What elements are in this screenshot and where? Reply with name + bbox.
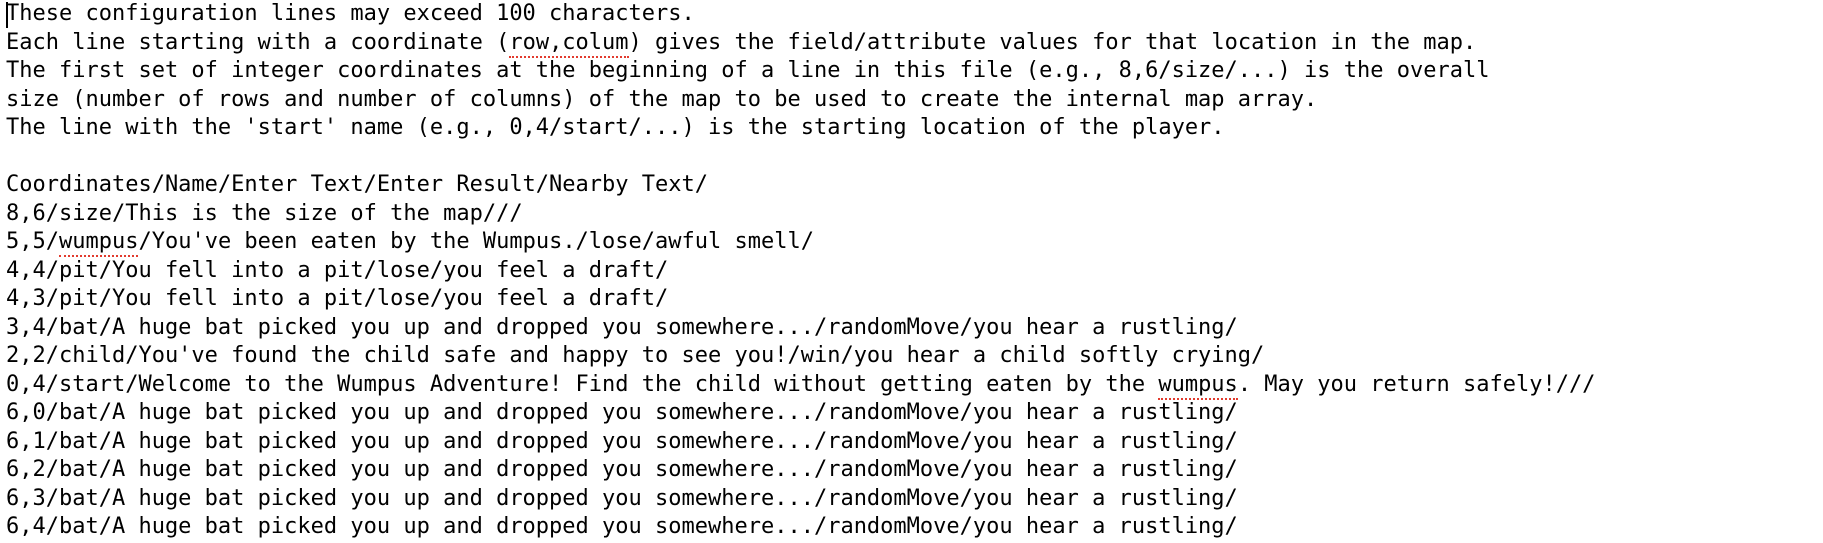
editor-line[interactable]: 3,4/bat/A huge bat picked you up and dro…	[6, 314, 1817, 343]
editor-line[interactable]: size (number of rows and number of colum…	[6, 86, 1817, 115]
editor-line[interactable]: 6,2/bat/A huge bat picked you up and dro…	[6, 456, 1817, 485]
text-fragment: The first set of integer coordinates at …	[6, 58, 1489, 83]
text-fragment: 5,5/	[6, 229, 59, 254]
editor-line[interactable]: These configuration lines may exceed 100…	[6, 0, 1817, 29]
text-caret	[6, 2, 8, 28]
editor-line[interactable]: Each line starting with a coordinate (ro…	[6, 29, 1817, 58]
editor-line[interactable]: Coordinates/Name/Enter Text/Enter Result…	[6, 171, 1817, 200]
text-fragment: The line with the 'start' name (e.g., 0,…	[6, 115, 1225, 140]
text-fragment: ) gives the field/attribute values for t…	[629, 30, 1477, 55]
editor-line[interactable]: 2,2/child/You've found the child safe an…	[6, 342, 1817, 371]
text-fragment: size (number of rows and number of colum…	[6, 87, 1317, 112]
text-fragment: 4,3/pit/You fell into a pit/lose/you fee…	[6, 286, 668, 311]
text-fragment: Coordinates/Name/Enter Text/Enter Result…	[6, 172, 708, 197]
text-fragment: 0,4/start/Welcome to the Wumpus Adventur…	[6, 372, 1158, 397]
editor-line[interactable]: 4,3/pit/You fell into a pit/lose/you fee…	[6, 285, 1817, 314]
editor-line[interactable]: 6,3/bat/A huge bat picked you up and dro…	[6, 485, 1817, 514]
text-fragment: Each line starting with a coordinate (	[6, 30, 509, 55]
editor-line[interactable]: 8,6/size/This is the size of the map///	[6, 200, 1817, 229]
editor-line[interactable]: The first set of integer coordinates at …	[6, 57, 1817, 86]
editor-line[interactable]: 6,0/bat/A huge bat picked you up and dro…	[6, 399, 1817, 428]
editor-line[interactable]: 0,4/start/Welcome to the Wumpus Adventur…	[6, 371, 1817, 400]
text-fragment: 6,2/bat/A huge bat picked you up and dro…	[6, 457, 1238, 482]
spellcheck-underline: wumpus	[1158, 372, 1237, 400]
text-fragment: . May you return safely!///	[1238, 372, 1596, 397]
text-editor-content[interactable]: These configuration lines may exceed 100…	[0, 0, 1823, 542]
text-fragment: /You've been eaten by the Wumpus./lose/a…	[138, 229, 814, 254]
text-fragment: 4,4/pit/You fell into a pit/lose/you fee…	[6, 258, 668, 283]
text-fragment: 2,2/child/You've found the child safe an…	[6, 343, 1264, 368]
spellcheck-underline: row,colum	[509, 30, 628, 58]
editor-line[interactable]	[6, 143, 1817, 172]
text-fragment: 6,1/bat/A huge bat picked you up and dro…	[6, 429, 1238, 454]
editor-line[interactable]: 6,4/bat/A huge bat picked you up and dro…	[6, 513, 1817, 542]
text-fragment: These configuration lines may exceed 100…	[6, 1, 695, 26]
text-fragment: 6,3/bat/A huge bat picked you up and dro…	[6, 486, 1238, 511]
editor-line[interactable]: 4,4/pit/You fell into a pit/lose/you fee…	[6, 257, 1817, 286]
text-fragment: 6,0/bat/A huge bat picked you up and dro…	[6, 400, 1238, 425]
text-fragment: 8,6/size/This is the size of the map///	[6, 201, 523, 226]
editor-line[interactable]: 6,1/bat/A huge bat picked you up and dro…	[6, 428, 1817, 457]
text-fragment: 6,4/bat/A huge bat picked you up and dro…	[6, 514, 1238, 539]
text-fragment: 3,4/bat/A huge bat picked you up and dro…	[6, 315, 1238, 340]
editor-line[interactable]: The line with the 'start' name (e.g., 0,…	[6, 114, 1817, 143]
editor-line[interactable]: 5,5/wumpus/You've been eaten by the Wump…	[6, 228, 1817, 257]
spellcheck-underline: wumpus	[59, 229, 138, 257]
